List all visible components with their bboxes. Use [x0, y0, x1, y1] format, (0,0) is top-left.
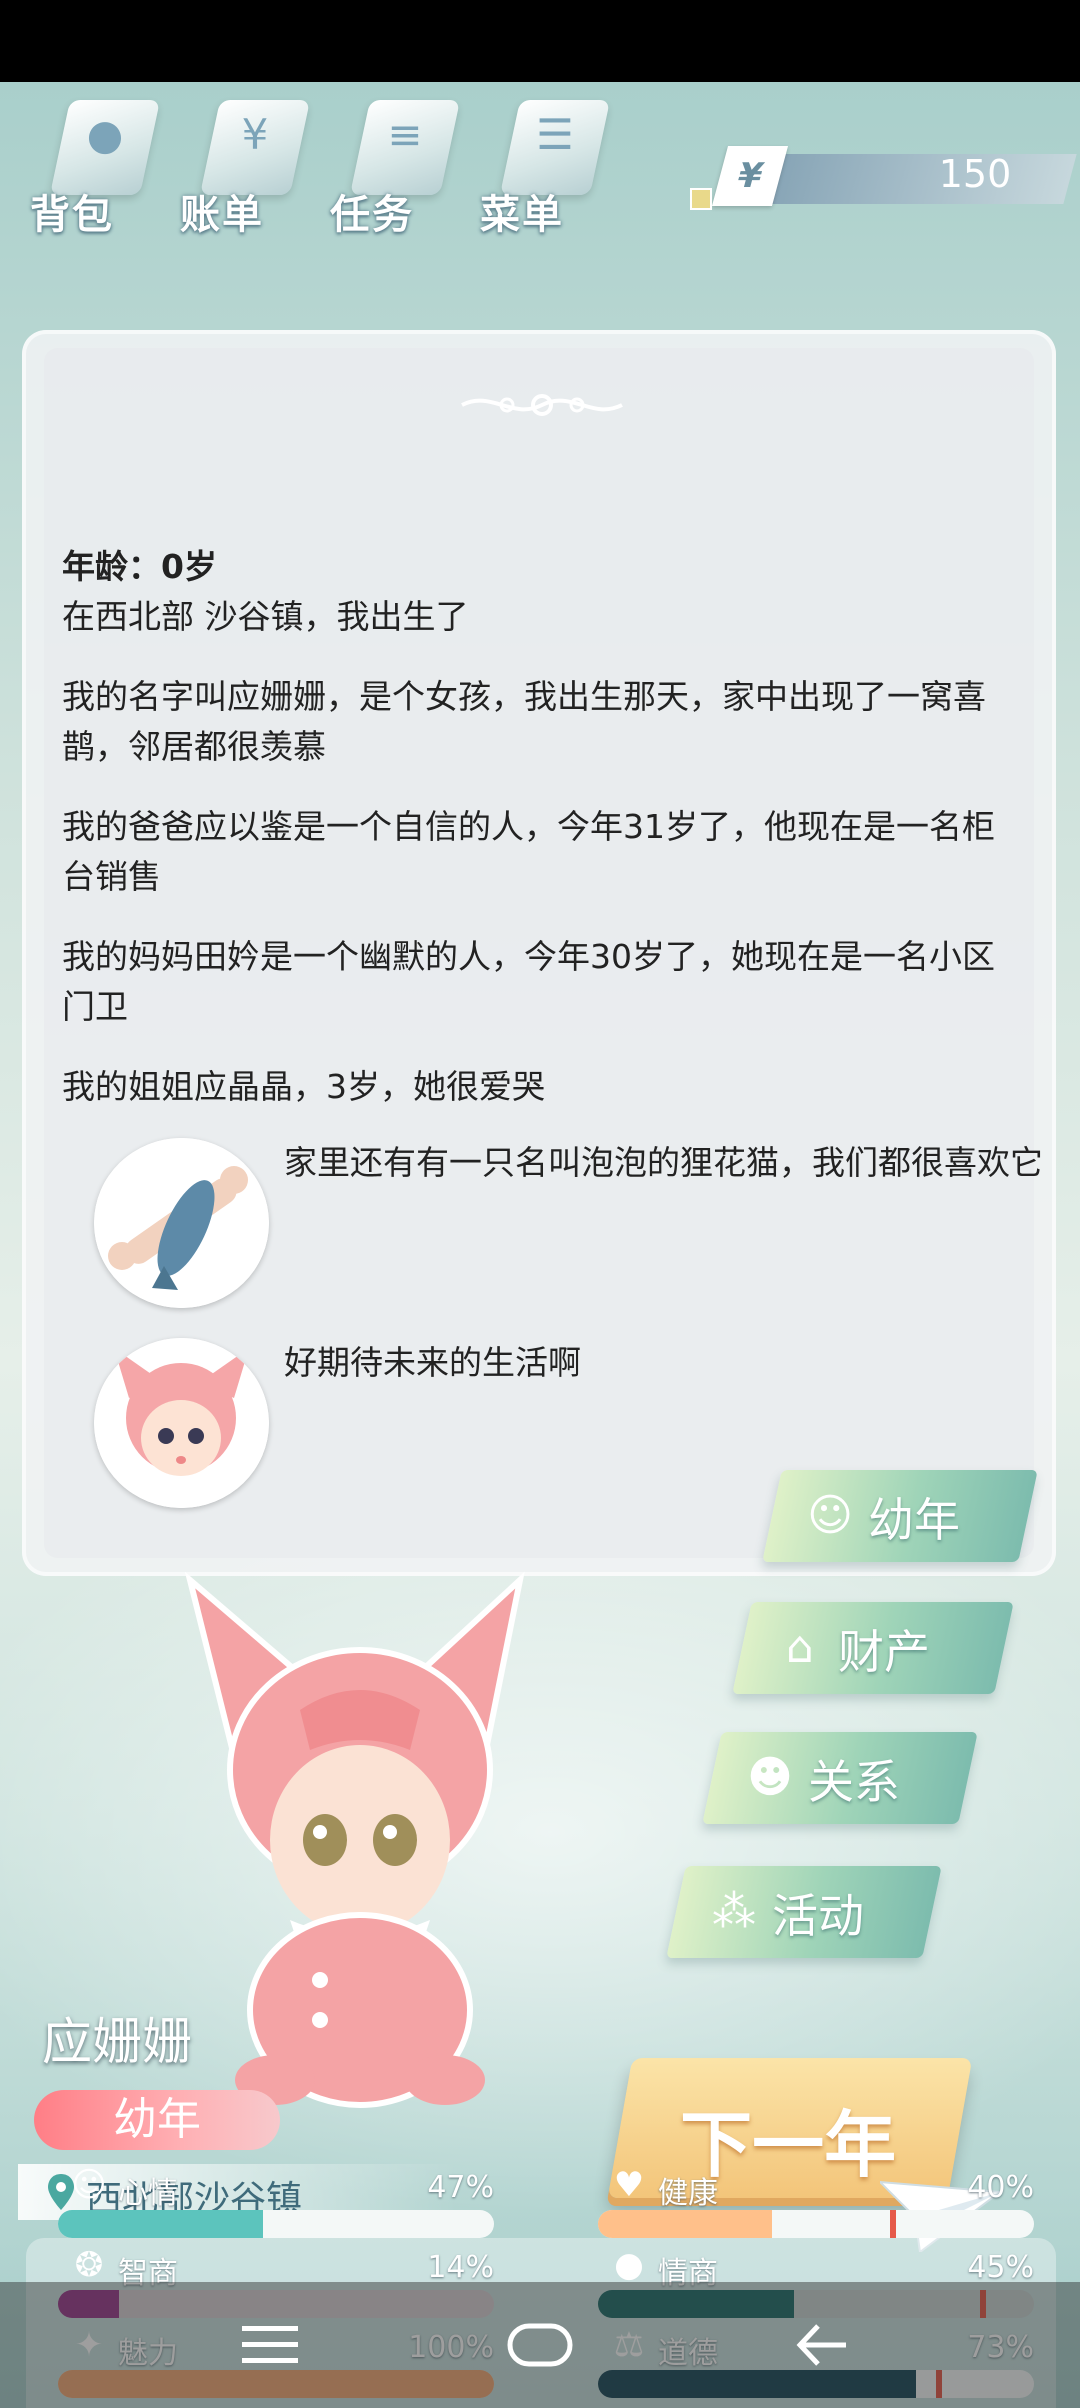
task-label: 任务 [330, 192, 414, 238]
money-display: ¥ 150 [690, 146, 1077, 212]
game-scene: ● 背包 ¥ 账单 ≡ 任务 ☰ 菜单 ¥ 150 年龄：0岁 在西北部 沙谷镇… [0, 82, 1080, 2408]
bill-label: 账单 [180, 192, 264, 238]
activity-icon: ⁂ [712, 1886, 756, 1937]
story-text: 年龄：0岁 在西北部 沙谷镇，我出生了 我的名字叫应姗姗，是个女孩，我出生那天，… [62, 542, 1022, 1142]
house-icon: ⌂ [786, 1622, 814, 1673]
status-bar [0, 0, 1080, 82]
back-icon[interactable] [786, 2312, 866, 2378]
bill-button[interactable]: ¥ 账单 [180, 100, 311, 240]
activity-button[interactable]: ⁂ 活动 [666, 1866, 942, 1958]
relations-button-label: 关系 [808, 1755, 900, 1809]
assets-button-label: 财产 [838, 1625, 930, 1679]
activity-button-label: 活动 [772, 1889, 864, 1943]
smile-icon: ☺ [71, 2165, 107, 2205]
story-paragraph: 我的爸爸应以鉴是一个自信的人，今年31岁了，他现在是一名柜台销售 [62, 807, 995, 896]
bag-button[interactable]: ● 背包 [30, 100, 161, 240]
baby-avatar-sticker [94, 1338, 269, 1508]
character-avatar[interactable] [180, 1550, 540, 2110]
home-icon[interactable] [500, 2312, 580, 2378]
stage-button-label: 幼年 [868, 1493, 960, 1547]
stat-bar-fill [598, 2210, 773, 2238]
task-button[interactable]: ≡ 任务 [330, 100, 461, 240]
recent-apps-icon[interactable] [232, 2312, 312, 2378]
future-text: 好期待未来的生活啊 [284, 1343, 581, 1382]
system-nav-bar [0, 2282, 1080, 2408]
stat-bar-fill [58, 2210, 263, 2238]
stat-health: ♥ 健康 40% [598, 2164, 1034, 2244]
character-name: 应姗姗 [42, 2013, 192, 2071]
pet-row: 家里还有有一只名叫泡泡的狸花猫，我们都很喜欢它 [62, 1138, 1043, 1318]
stage-button[interactable]: ☺ 幼年 [762, 1470, 1038, 1562]
pet-text: 家里还有有一只名叫泡泡的狸花猫，我们都很喜欢它 [284, 1143, 1043, 1182]
bag-label: 背包 [30, 192, 114, 238]
story-paragraph: 在西北部 沙谷镇，我出生了 [62, 597, 469, 636]
story-paragraph: 我的姐姐应晶晶，3岁，她很爱哭 [62, 1067, 545, 1106]
apple-icon: ● [614, 2245, 644, 2285]
money-value: 150 [938, 152, 1012, 196]
baby-icon: ☺ [807, 1490, 853, 1541]
fish-bone-sticker [94, 1138, 269, 1308]
flourish-ornament [461, 394, 623, 416]
people-icon: ☻ [747, 1752, 793, 1803]
heart-icon: ♥ [613, 2165, 645, 2205]
relations-button[interactable]: ☻ 关系 [702, 1732, 978, 1824]
age-line: 年龄：0岁 [62, 547, 217, 586]
menu-button[interactable]: ☰ 菜单 [480, 100, 611, 240]
assets-button[interactable]: ⌂ 财产 [732, 1602, 1014, 1694]
story-paragraph: 我的名字叫应姗姗，是个女孩，我出生那天，家中出现了一窝喜鹊，邻居都很羡慕 [62, 677, 986, 766]
menu-label: 菜单 [480, 192, 564, 238]
stat-mood: ☺ 心情 47% [58, 2164, 494, 2244]
story-paragraph: 我的妈妈田妗是一个幽默的人，今年30岁了，她现在是一名小区门卫 [62, 937, 995, 1026]
life-stage-badge: 幼年 [34, 2090, 280, 2150]
story-panel[interactable]: 年龄：0岁 在西北部 沙谷镇，我出生了 我的名字叫应姗姗，是个女孩，我出生那天，… [22, 330, 1056, 1576]
brain-icon: ❂ [74, 2245, 104, 2285]
